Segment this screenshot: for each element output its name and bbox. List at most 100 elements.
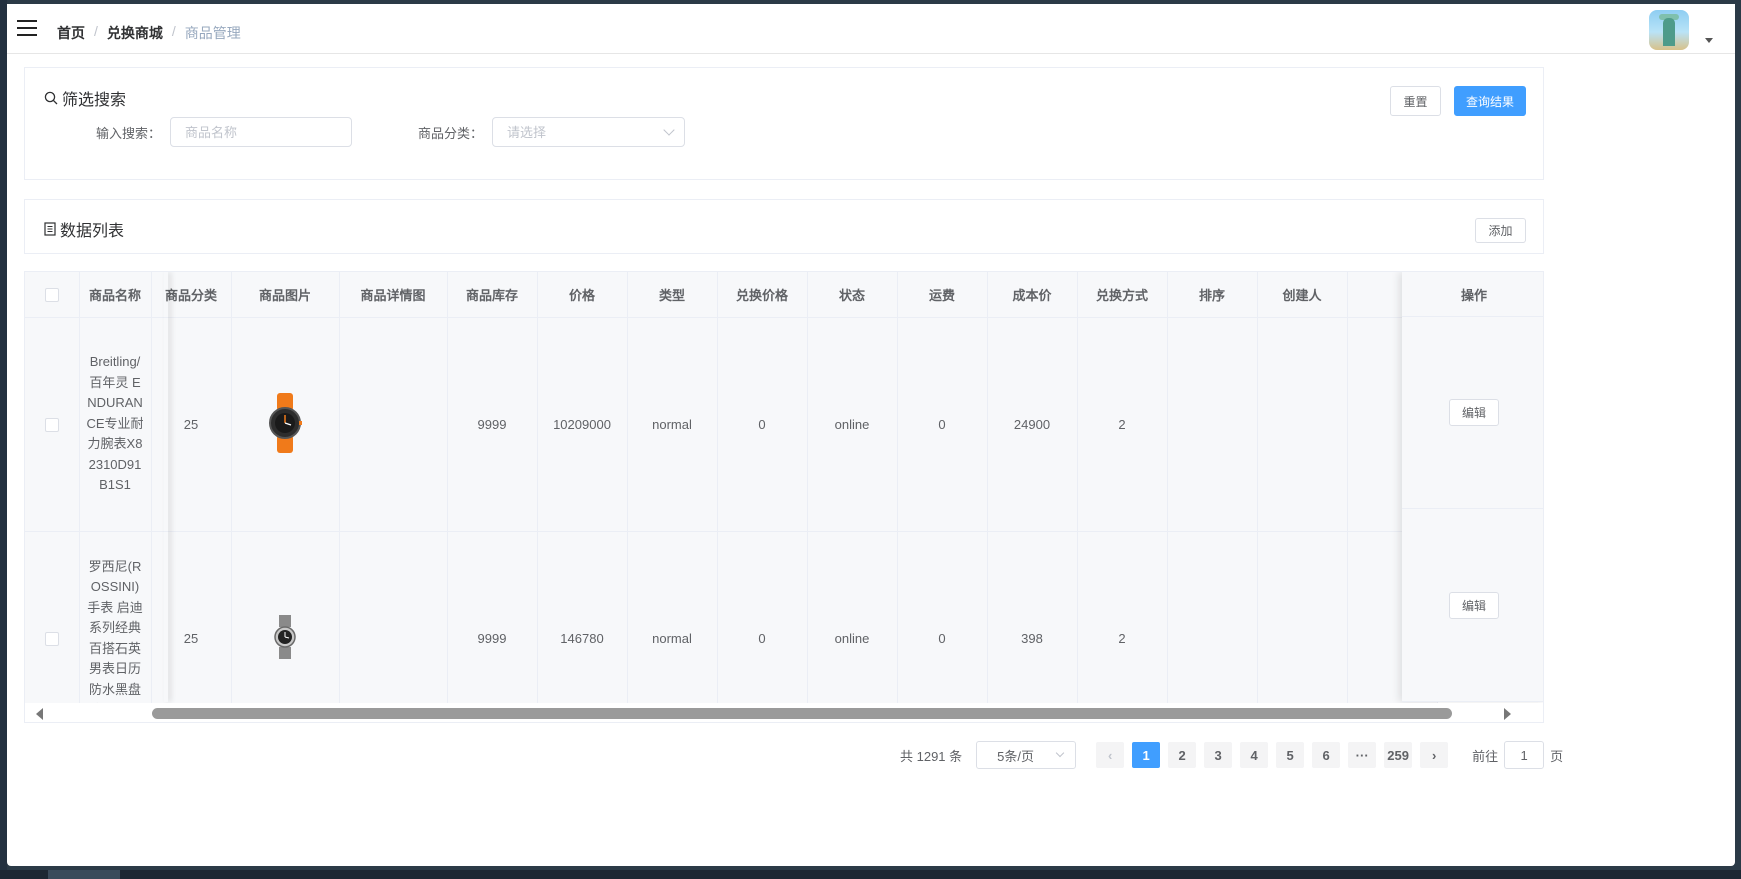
page-button[interactable]: 6 <box>1312 742 1341 768</box>
cost-price: 24900 <box>987 317 1078 532</box>
product-category: 25 <box>151 531 232 722</box>
list-icon <box>44 222 56 236</box>
column-header: 成本价 <box>987 272 1078 318</box>
page-button[interactable]: 259 <box>1384 742 1413 768</box>
pagination: 共 1291 条 5条/页 ‹ 1 2 3 4 5 6 ··· 259 › 前往… <box>900 741 1563 769</box>
product-stock: 9999 <box>447 317 538 532</box>
breadcrumb-mall[interactable]: 兑换商城 <box>107 23 163 43</box>
product-price: 146780 <box>537 531 628 722</box>
window-edge <box>0 0 7 879</box>
total-count: 共 1291 条 <box>900 748 963 764</box>
product-detail-image <box>339 317 448 532</box>
product-detail-image <box>339 531 448 722</box>
chevron-down-icon <box>1055 748 1065 758</box>
actions-cell: 编辑 <box>1402 509 1543 702</box>
exchange-method: 2 <box>1077 531 1168 722</box>
column-header: 商品分类 <box>151 272 232 318</box>
scroll-left-icon[interactable] <box>36 708 43 720</box>
top-navbar: 首页 / 兑换商城 / 商品管理 <box>7 4 1735 54</box>
column-header: 状态 <box>807 272 898 318</box>
breadcrumb-current: 商品管理 <box>184 25 241 41</box>
table-row[interactable]: 罗西尼(ROSSINI)手表 启迪系列经典百搭石英男表日历防水黑盘钢带61 25 <box>25 531 1438 722</box>
column-header: 商品详情图 <box>339 272 448 318</box>
horizontal-scrollbar[interactable] <box>25 703 1543 722</box>
product-category: 25 <box>151 317 232 532</box>
add-button[interactable]: 添加 <box>1475 218 1526 243</box>
page-button[interactable]: 2 <box>1168 742 1197 768</box>
taskbar-item[interactable] <box>48 870 120 879</box>
column-header: 价格 <box>537 272 628 318</box>
caret-down-icon[interactable] <box>1705 38 1713 43</box>
edit-button[interactable]: 编辑 <box>1449 399 1499 426</box>
breadcrumb: 首页 / 兑换商城 / 商品管理 <box>57 23 241 43</box>
horizontal-scroll-thumb[interactable] <box>152 708 1452 719</box>
creator <box>1257 317 1348 532</box>
product-name: Breitling/百年灵 ENDURANCE专业耐力腕表X82310D91B1… <box>79 317 152 532</box>
steel-watch-image <box>274 615 296 659</box>
table-row[interactable]: Breitling/百年灵 ENDURANCE专业耐力腕表X82310D91B1… <box>25 317 1438 532</box>
scroll-right-icon[interactable] <box>1504 708 1511 720</box>
column-header: 创建人 <box>1257 272 1348 318</box>
product-price: 10209000 <box>537 317 628 532</box>
os-taskbar <box>0 870 1741 879</box>
page-button[interactable]: 4 <box>1240 742 1269 768</box>
breadcrumb-separator: / <box>171 23 176 39</box>
cost-price: 398 <box>987 531 1078 722</box>
column-header: 运费 <box>897 272 988 318</box>
row-checkbox[interactable] <box>44 632 59 647</box>
exchange-price: 0 <box>717 317 808 532</box>
product-status: online <box>807 317 898 532</box>
product-type: normal <box>627 531 718 722</box>
column-header: 类型 <box>627 272 718 318</box>
column-header: 商品库存 <box>447 272 538 318</box>
freight: 0 <box>897 317 988 532</box>
product-stock: 9999 <box>447 531 538 722</box>
edit-button[interactable]: 编辑 <box>1449 591 1499 619</box>
hamburger-menu-icon[interactable] <box>17 20 37 36</box>
column-header: 商品名称 <box>79 272 152 318</box>
exchange-price: 0 <box>717 531 808 722</box>
column-header: 商品图片 <box>231 272 340 318</box>
prev-page-button[interactable]: ‹ <box>1096 742 1125 768</box>
reset-button[interactable]: 重置 <box>1390 86 1441 116</box>
row-checkbox[interactable] <box>44 417 59 432</box>
page-button[interactable]: 3 <box>1204 742 1233 768</box>
page-size-select[interactable]: 5条/页 <box>976 741 1077 769</box>
search-input[interactable] <box>170 117 352 147</box>
actions-cell: 编辑 <box>1402 317 1543 509</box>
column-header: 操作 <box>1402 272 1543 317</box>
product-name: 罗西尼(ROSSINI)手表 启迪系列经典百搭石英男表日历防水黑盘钢带61 <box>79 531 152 722</box>
list-panel: 数据列表 添加 <box>24 199 1544 254</box>
freight: 0 <box>897 531 988 722</box>
filter-title: 筛选搜索 <box>44 86 126 110</box>
breadcrumb-home[interactable]: 首页 <box>57 23 85 43</box>
next-page-button[interactable]: › <box>1420 742 1449 768</box>
more-pages-icon[interactable]: ··· <box>1348 742 1377 768</box>
table-grid: 商品名称 商品分类 商品图片 商品详情图 商品库存 价格 类型 兑换价格 状态 … <box>25 272 1438 722</box>
creator <box>1257 531 1348 722</box>
table-header-row: 商品名称 商品分类 商品图片 商品详情图 商品库存 价格 类型 兑换价格 状态 … <box>25 272 1438 318</box>
column-header: 排序 <box>1167 272 1258 318</box>
column-header: 兑换价格 <box>717 272 808 318</box>
page-button[interactable]: 5 <box>1276 742 1305 768</box>
category-label: 商品分类： <box>418 126 484 141</box>
breadcrumb-separator: / <box>94 23 98 39</box>
row-select-cell <box>25 317 80 532</box>
search-label: 输入搜索： <box>96 126 162 141</box>
avatar[interactable] <box>1649 10 1689 50</box>
goto-prefix: 前往 <box>1472 748 1499 764</box>
select-all-checkbox[interactable] <box>44 288 59 303</box>
column-header: 兑换方式 <box>1077 272 1168 318</box>
category-select[interactable] <box>492 117 685 147</box>
product-image-cell <box>231 531 340 722</box>
actions-fixed-column: 操作 编辑 编辑 <box>1402 272 1543 702</box>
filter-title-text: 筛选搜索 <box>62 92 127 109</box>
goto-page-input[interactable] <box>1504 741 1545 769</box>
sort-order <box>1167 317 1258 532</box>
query-button[interactable]: 查询结果 <box>1454 86 1526 116</box>
page-button[interactable]: 1 <box>1132 742 1161 768</box>
select-all-cell <box>25 272 80 318</box>
filter-panel: 筛选搜索 输入搜索： 商品分类： 重置 查询结果 <box>24 67 1544 180</box>
page-size-value: 5条/页 <box>997 748 1034 764</box>
orange-watch-image <box>269 392 302 453</box>
